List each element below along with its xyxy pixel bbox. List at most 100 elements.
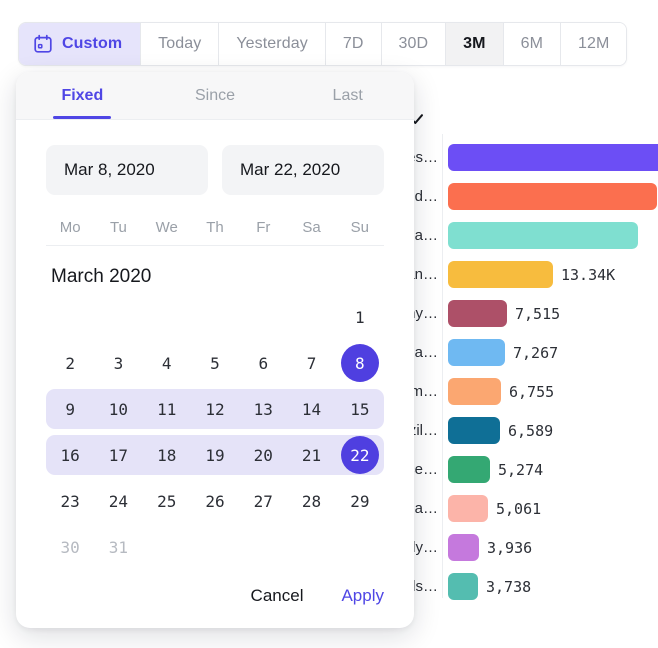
chart-bar	[448, 534, 479, 561]
chart-bar	[448, 378, 501, 405]
tab-label: Fixed	[61, 87, 103, 105]
chart-bar-row[interactable]: …ny7,515	[395, 294, 658, 333]
calendar-day[interactable]: 19	[191, 432, 239, 478]
calendar-day[interactable]: 29	[336, 478, 384, 524]
weekday-th: Th	[191, 219, 239, 236]
range-segment-6m[interactable]: 6M	[504, 23, 561, 65]
range-segment-30d[interactable]: 30D	[382, 23, 447, 65]
chart-rows: …es…ed…na…an13.34K…ny7,515…ea7,267…m6,75…	[395, 138, 658, 606]
tab-label: Last	[333, 87, 363, 105]
month-title: March 2020	[46, 266, 384, 288]
calendar-day[interactable]: 17	[94, 432, 142, 478]
calendar-day[interactable]: 21	[287, 432, 335, 478]
range-segment-today[interactable]: Today	[141, 23, 219, 65]
cancel-button[interactable]: Cancel	[251, 586, 304, 606]
chart-bar-wrap	[448, 222, 658, 249]
calendar-day[interactable]: 27	[239, 478, 287, 524]
chart-bar-row[interactable]: …an13.34K	[395, 255, 658, 294]
calendar-day[interactable]: 4	[143, 340, 191, 386]
range-segment-label: 7D	[343, 35, 364, 53]
chart-bar-wrap: 6,755	[448, 378, 658, 405]
chart-bar-row[interactable]: …na	[395, 216, 658, 255]
chart-bar	[448, 573, 478, 600]
chart-bar-row[interactable]: …m6,755	[395, 372, 658, 411]
calendar-day[interactable]: 16	[46, 432, 94, 478]
range-segment-label: Yesterday	[236, 35, 307, 53]
range-segment-custom[interactable]: Custom	[19, 23, 141, 65]
calendar-day[interactable]: 30	[46, 524, 94, 570]
calendar-icon	[33, 34, 53, 54]
chart-bar-value: 6,755	[509, 383, 554, 401]
calendar-day[interactable]: 5	[191, 340, 239, 386]
range-segment-yesterday[interactable]: Yesterday	[219, 23, 325, 65]
chart-bar	[448, 339, 505, 366]
end-date-input[interactable]: Mar 22, 2020	[222, 145, 384, 195]
chart-bar	[448, 183, 657, 210]
chart-bar-wrap: 7,515	[448, 300, 658, 327]
chart-bar-wrap: 5,061	[448, 495, 658, 522]
calendar-day[interactable]: 14	[287, 386, 335, 432]
calendar-day-empty	[287, 294, 335, 340]
calendar-day-empty	[239, 524, 287, 570]
tab-label: Since	[195, 87, 235, 105]
calendar-day[interactable]: 1	[336, 294, 384, 340]
calendar-day-empty	[143, 294, 191, 340]
calendar-day-empty	[191, 524, 239, 570]
range-segment-3m[interactable]: 3M	[446, 23, 503, 65]
weekday-mo: Mo	[46, 219, 94, 236]
range-segment-7d[interactable]: 7D	[326, 23, 382, 65]
chart-bar-row[interactable]: …ea7,267	[395, 333, 658, 372]
calendar-day[interactable]: 6	[239, 340, 287, 386]
calendar-day[interactable]: 3	[94, 340, 142, 386]
calendar-day[interactable]: 26	[191, 478, 239, 524]
calendar-day[interactable]: 9	[46, 386, 94, 432]
calendar-day-empty	[336, 524, 384, 570]
start-date-input[interactable]: Mar 8, 2020	[46, 145, 208, 195]
range-segment-12m[interactable]: 12M	[561, 23, 626, 65]
calendar-day[interactable]: 2	[46, 340, 94, 386]
country-bar-chart: …es…ed…na…an13.34K…ny7,515…ea7,267…m6,75…	[395, 104, 658, 604]
date-picker-body: Mar 8, 2020 Mar 22, 2020 MoTuWeThFrSaSu …	[16, 145, 414, 570]
chart-bar-wrap: 5,274	[448, 456, 658, 483]
calendar-week-row: 1	[46, 294, 384, 340]
date-range-dashboard: CustomTodayYesterday7D30D3M6M12M …es…ed……	[0, 0, 658, 648]
calendar-day[interactable]: 22	[336, 432, 384, 478]
calendar-day[interactable]: 10	[94, 386, 142, 432]
chart-bar-row[interactable]: …ed	[395, 177, 658, 216]
calendar-day[interactable]: 7	[287, 340, 335, 386]
calendar-day-empty	[143, 524, 191, 570]
calendar-day-empty	[46, 294, 94, 340]
chart-bar-row[interactable]: …da5,061	[395, 489, 658, 528]
chart-bar	[448, 261, 553, 288]
calendar-day[interactable]: 25	[143, 478, 191, 524]
chart-bar	[448, 456, 490, 483]
range-segment-label: Today	[158, 35, 201, 53]
chart-bar-row[interactable]: …zil6,589	[395, 411, 658, 450]
chart-bar-row[interactable]: …ce5,274	[395, 450, 658, 489]
calendar-day[interactable]: 31	[94, 524, 142, 570]
apply-button[interactable]: Apply	[341, 586, 384, 606]
chart-bar-value: 13.34K	[561, 266, 615, 284]
calendar-day[interactable]: 28	[287, 478, 335, 524]
calendar-day[interactable]: 15	[336, 386, 384, 432]
range-segment-label: 12M	[578, 35, 609, 53]
chart-bar-row[interactable]: …ds3,738	[395, 567, 658, 606]
calendar-day[interactable]: 13	[239, 386, 287, 432]
calendar-day[interactable]: 23	[46, 478, 94, 524]
chart-bar	[448, 417, 500, 444]
chart-bar-row[interactable]: …ly3,936	[395, 528, 658, 567]
tab-last[interactable]: Last	[281, 72, 414, 119]
calendar-day[interactable]: 12	[191, 386, 239, 432]
chart-bar	[448, 495, 488, 522]
calendar-day[interactable]: 18	[143, 432, 191, 478]
weekday-we: We	[143, 219, 191, 236]
tab-fixed[interactable]: Fixed	[16, 72, 149, 119]
calendar-day[interactable]: 24	[94, 478, 142, 524]
range-segment-label: 6M	[521, 35, 543, 53]
calendar-day[interactable]: 8	[336, 340, 384, 386]
tab-since[interactable]: Since	[149, 72, 282, 119]
calendar-day[interactable]: 20	[239, 432, 287, 478]
chart-bar-row[interactable]: …es	[395, 138, 658, 177]
calendar-week-row: 9101112131415	[46, 386, 384, 432]
calendar-day[interactable]: 11	[143, 386, 191, 432]
